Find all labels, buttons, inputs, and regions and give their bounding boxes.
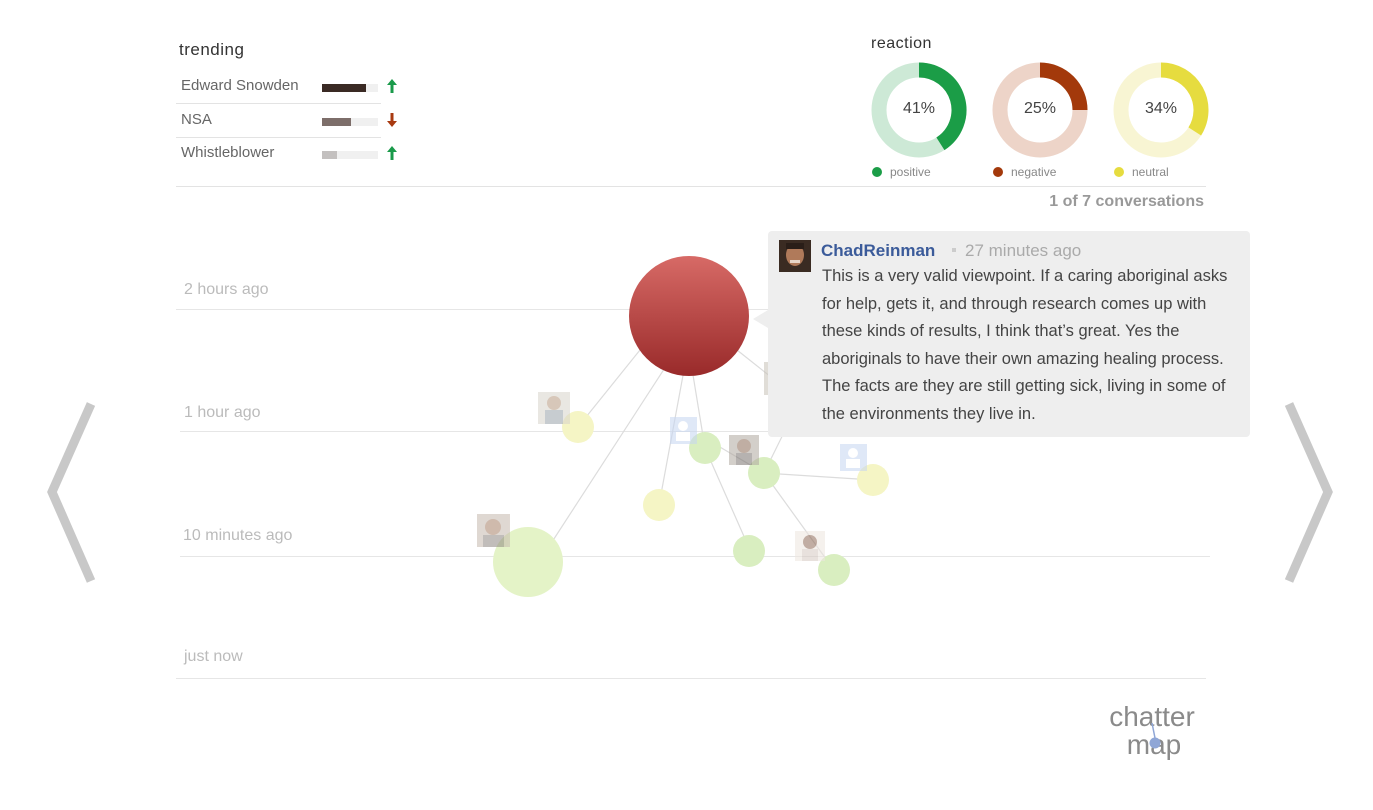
comment-node[interactable]: [643, 489, 675, 521]
comment-timestamp: 27 minutes ago: [965, 241, 1082, 260]
chevron-right-icon[interactable]: [1284, 400, 1336, 585]
comment-text: This is a very valid viewpoint. If a car…: [822, 267, 1228, 423]
comment-author[interactable]: ChadReinman: [821, 241, 935, 261]
user-avatar-icon[interactable]: [795, 531, 825, 561]
graph-edge: [763, 472, 874, 481]
user-avatar-icon[interactable]: [779, 240, 811, 272]
chattermap-logo: chatter map: [1109, 701, 1195, 760]
user-avatar-icon[interactable]: [840, 444, 867, 471]
user-avatar-icon[interactable]: [538, 392, 570, 424]
comment-node[interactable]: [733, 535, 765, 567]
separator-dot: [952, 248, 956, 252]
tooltip-pointer: [753, 310, 768, 328]
user-avatar-icon[interactable]: [477, 514, 510, 547]
user-avatar-icon[interactable]: [729, 435, 759, 465]
logo-line1: chatter: [1109, 701, 1195, 732]
chevron-left-icon[interactable]: [44, 400, 96, 585]
selected-comment-node[interactable]: [629, 256, 749, 376]
logo-dot-icon: [1149, 737, 1161, 749]
user-avatar-icon[interactable]: [670, 417, 697, 444]
